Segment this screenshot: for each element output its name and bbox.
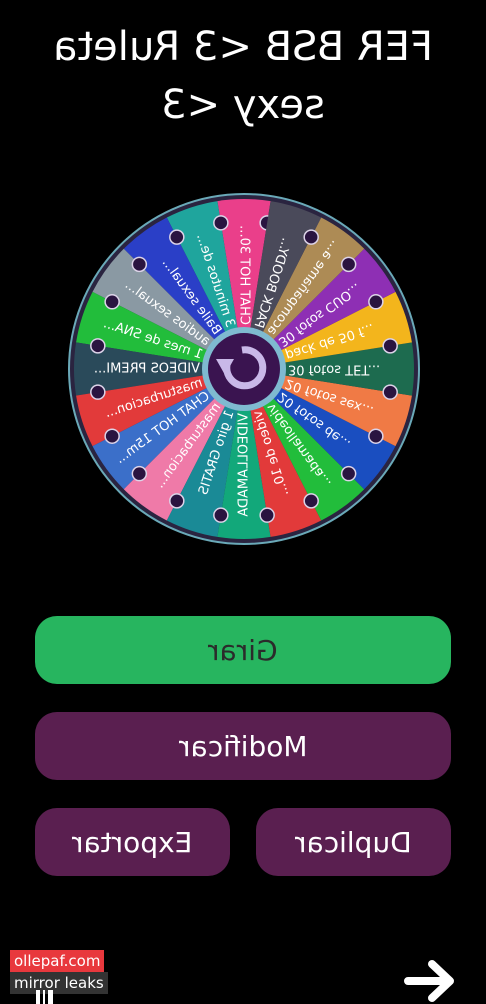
wheel-segment-label: 30 fotos TET... [288, 362, 380, 377]
wheel-peg [382, 338, 398, 354]
wheel-peg [213, 507, 229, 523]
wheel-peg [340, 256, 357, 273]
spin-button-label: Girar [208, 633, 278, 667]
arrow-right-icon[interactable] [404, 958, 460, 1004]
wheel-peg [90, 338, 106, 354]
wheel-peg [90, 384, 106, 400]
wheel-peg [340, 465, 357, 482]
watermark-line1: ollepaf.com [10, 950, 105, 972]
wheel-peg [104, 428, 120, 444]
barcode-icon [36, 990, 53, 1004]
wheel-peg [169, 493, 185, 509]
wheel-peg [382, 384, 398, 400]
wheel-peg [368, 428, 384, 444]
wheel-peg [131, 256, 148, 273]
wheel-peg [259, 507, 275, 523]
wheel-peg [169, 229, 185, 245]
watermark: ollepaf.com mirror leaks [10, 950, 108, 994]
wheel-svg[interactable]: CHAT HOT 30...3 minutos de...Baile sexua… [66, 191, 422, 547]
wheel-hub[interactable] [208, 333, 280, 405]
duplicate-button-label: Duplicar [295, 825, 412, 859]
wheel-peg [131, 465, 148, 482]
page-title: FER BSB <3 Ruleta sexy <3 [52, 24, 434, 128]
duplicate-button[interactable]: Duplicar [256, 808, 451, 876]
wheel-segment-label: CHAT HOT 30... [237, 225, 252, 325]
modify-button[interactable]: Modificar [35, 712, 451, 780]
wheel-peg [104, 294, 120, 310]
wheel-segment-label: VIDEOLLAMADA [237, 413, 252, 517]
wheel-peg [303, 493, 319, 509]
wheel-peg [368, 294, 384, 310]
export-button-label: Exportar [72, 825, 193, 859]
roulette-wheel[interactable]: CHAT HOT 30... 3 minutos de... Baile sexua… [66, 191, 422, 547]
wheel-peg [303, 229, 319, 245]
wheel-peg [213, 215, 229, 231]
spin-button[interactable]: Girar [35, 616, 451, 684]
wheel-segment-label: VIDEOS PREMI... [94, 362, 200, 377]
modify-button-label: Modificar [178, 729, 308, 763]
export-button[interactable]: Exportar [35, 808, 230, 876]
